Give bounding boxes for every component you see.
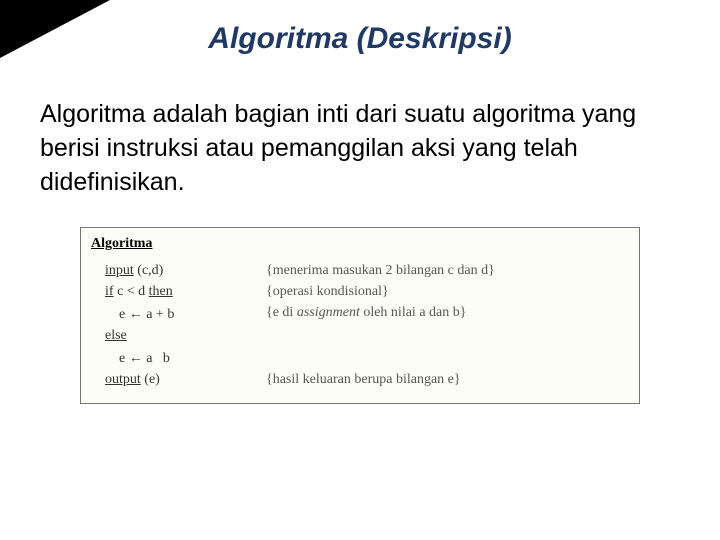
code-instruction: e ← a + b: [91, 305, 266, 323]
code-instruction: else: [91, 328, 266, 344]
code-comment: {e di assignment oleh nilai a dan b}: [266, 305, 629, 323]
code-instruction: e ← a b: [91, 349, 266, 367]
code-instruction: if c < d then: [91, 284, 266, 300]
code-comment: {menerima masukan 2 bilangan c dan d}: [266, 263, 629, 279]
code-row: if c < d then{operasi kondisional}: [91, 284, 629, 300]
algorithm-label: Algoritma: [91, 236, 152, 252]
code-instruction: output (e): [91, 372, 266, 388]
code-row: input (c,d){menerima masukan 2 bilangan …: [91, 263, 629, 279]
code-comment: [266, 328, 629, 344]
code-instruction: input (c,d): [91, 263, 266, 279]
corner-decoration: [0, 0, 110, 58]
code-row: e ← a + b{e di assignment oleh nilai a d…: [91, 305, 629, 323]
slide-paragraph: Algoritma adalah bagian inti dari suatu …: [0, 56, 720, 199]
code-comment: [266, 349, 629, 367]
algorithm-lines: input (c,d){menerima masukan 2 bilangan …: [91, 263, 629, 388]
code-row: output (e){hasil keluaran berupa bilanga…: [91, 372, 629, 388]
code-row: else: [91, 328, 629, 344]
code-comment: {hasil keluaran berupa bilangan e}: [266, 372, 629, 388]
algorithm-box: Algoritma input (c,d){menerima masukan 2…: [80, 227, 640, 404]
code-row: e ← a b: [91, 349, 629, 367]
code-comment: {operasi kondisional}: [266, 284, 629, 300]
